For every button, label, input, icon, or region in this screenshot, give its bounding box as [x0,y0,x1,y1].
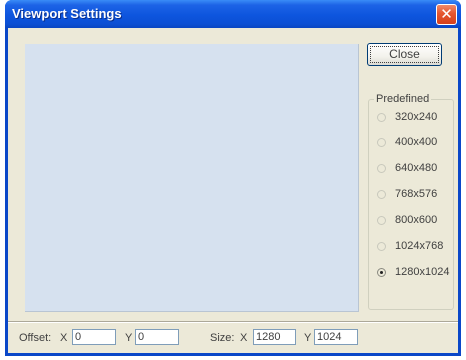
radio-800x600[interactable]: 800x600 [377,213,437,227]
status-divider [8,321,458,322]
close-button[interactable]: Close [367,43,442,66]
radio-button[interactable] [377,163,386,173]
size-y-label: Y [304,332,312,344]
radio-1024x768[interactable]: 1024x768 [377,239,443,253]
radio-label: 320x240 [395,111,438,123]
radio-768x576[interactable]: 768x576 [377,187,437,201]
offset-label: Offset: [19,332,52,344]
predefined-legend: Predefined [374,93,432,105]
radio-button[interactable] [377,241,386,251]
title-bar[interactable]: Viewport Settings ✕ [5,0,461,28]
radio-label: 768x576 [395,188,438,200]
window-title: Viewport Settings [12,6,122,21]
radio-button[interactable] [377,137,386,147]
size-y-field[interactable]: 1024 [314,329,358,345]
offset-x-field[interactable]: 0 [72,329,116,345]
radio-label: 1024x768 [395,240,444,252]
radio-button-selected[interactable] [377,267,386,277]
radio-label: 800x600 [395,214,438,226]
close-button-label: Close [389,47,420,61]
radio-label: 400x400 [395,136,438,148]
size-x-label: X [240,332,248,344]
radio-button[interactable] [377,215,386,225]
radio-label: 640x480 [395,162,438,174]
radio-1280x1024[interactable]: 1280x1024 [377,265,449,279]
radio-400x400[interactable]: 400x400 [377,135,437,149]
radio-640x480[interactable]: 640x480 [377,161,437,175]
predefined-group: Predefined 320x240 400x400 640x480 768x5… [368,93,454,310]
radio-button[interactable] [377,189,386,199]
radio-label: 1280x1024 [395,266,450,278]
window-close-icon[interactable]: ✕ [436,4,457,25]
size-label: Size: [210,332,235,344]
offset-y-label: Y [125,332,133,344]
viewport-settings-window: Viewport Settings ✕ Close Predefined 320… [5,0,461,356]
offset-y-field[interactable]: 0 [135,329,179,345]
size-x-field[interactable]: 1280 [253,329,296,345]
viewport-preview[interactable] [25,44,359,312]
radio-button[interactable] [377,112,386,122]
dialog-body: Close Predefined 320x240 400x400 640x480… [8,28,458,353]
offset-x-label: X [60,332,68,344]
radio-320x240[interactable]: 320x240 [377,110,437,124]
